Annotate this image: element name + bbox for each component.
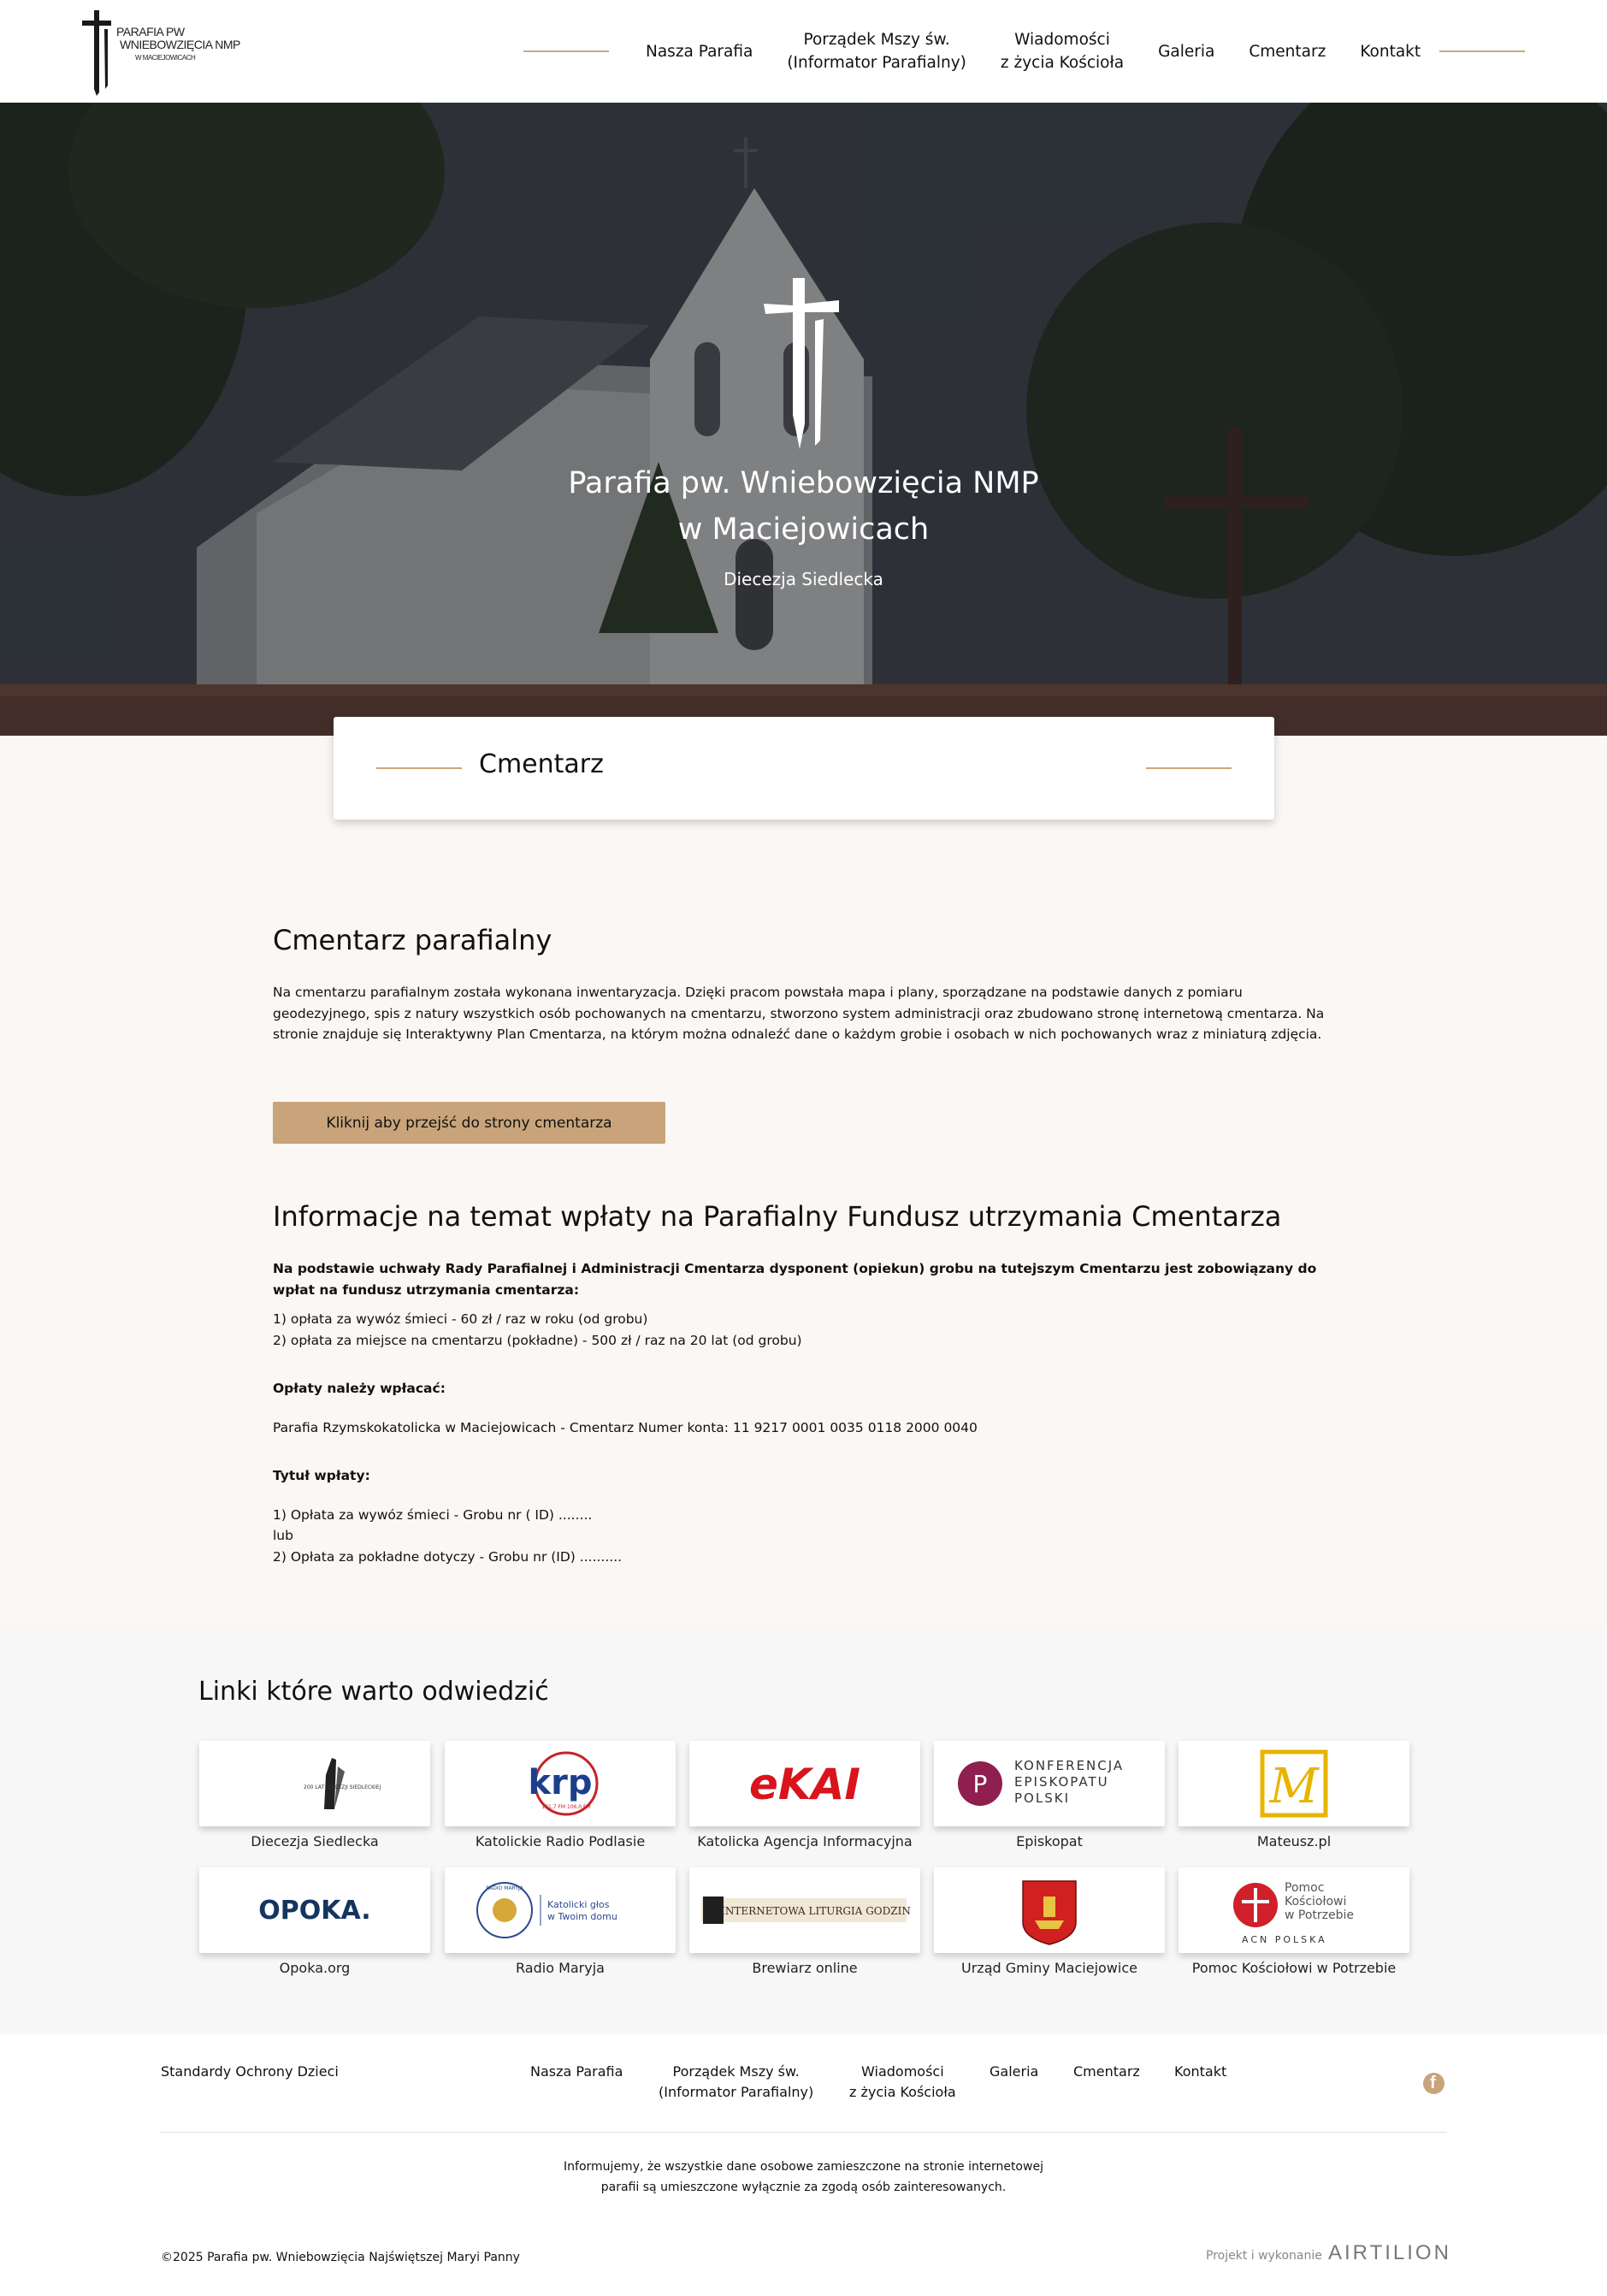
footer-credit: Projekt i wykonanie [1206, 2249, 1322, 2263]
link-card-diecezja[interactable]: 200 LAT DIECEZJI SIEDLECKIEJ [199, 1741, 430, 1826]
link-label-krp[interactable]: Katolickie Radio Podlasie [436, 1833, 684, 1849]
footer-divider [161, 2132, 1447, 2133]
parish-logo[interactable]: PARAFIA PW WNIEBOWZIĘCIA NMP W MACIEJOWI… [79, 7, 241, 96]
episkopat-logo: P KONFERENCJA EPISKOPATU POLSKI [958, 1758, 1130, 1806]
link-card-acn[interactable]: Pomoc Kościołowi w Potrzebie ACN POLSKA [1179, 1867, 1409, 1953]
link-card-opoka[interactable]: OPOKA. [199, 1867, 430, 1953]
ekai-logo: eKAI [749, 1760, 860, 1809]
mateusz-logo-text: M [1268, 1759, 1320, 1814]
logo-line-2: WNIEBOWZIĘCIA NMP [120, 38, 240, 51]
transfer-title-1: 1) Opłata za wywóz śmieci - Grobu nr ( I… [273, 1506, 593, 1523]
krp-logo-sub: 101,7 FM 106,0 FM [541, 1804, 590, 1810]
link-card-episkopat[interactable]: P KONFERENCJA EPISKOPATU POLSKI [934, 1741, 1165, 1826]
nav-decor-line-left [523, 50, 609, 52]
link-label-acn[interactable]: Pomoc Kościołowi w Potrzebie [1170, 1960, 1418, 1976]
fee-line-2: 2) opłata za miejsce na cmentarzu (pokła… [273, 1332, 802, 1348]
link-label-episkopat[interactable]: Episkopat [925, 1833, 1173, 1849]
footer-nav-galeria[interactable]: Galeria [990, 2062, 1038, 2082]
nav-decor-line-right [1439, 50, 1525, 52]
footer-nav-cmentarz[interactable]: Cmentarz [1073, 2062, 1140, 2082]
link-card-krp[interactable]: krp 101,7 FM 106,0 FM [445, 1741, 676, 1826]
airtilion-brand-link[interactable]: AIRTILION [1328, 2241, 1451, 2265]
cemetery-article: Cmentarz parafialny Na cmentarzu parafia… [273, 924, 1342, 1045]
hero-title-line-2: w Maciejowicach [677, 512, 930, 547]
transfer-title-or: lub [273, 1528, 293, 1543]
site-header: PARAFIA PW WNIEBOWZIĘCIA NMP W MACIEJOWI… [0, 0, 1607, 103]
facebook-icon[interactable]: f [1423, 2073, 1445, 2094]
ekai-logo-text: eKAI [749, 1760, 860, 1809]
link-card-brewiarz[interactable]: INTERNETOWA LITURGIA GODZIN [689, 1867, 920, 1953]
footer-privacy-note: Informujemy, że wszystkie dane osobowe z… [564, 2160, 1043, 2194]
logo-line-3: W MACIEJOWICACH [135, 54, 196, 62]
nav-cmentarz[interactable]: Cmentarz [1249, 40, 1326, 63]
nav-nasza-parafia[interactable]: Nasza Parafia [646, 40, 753, 63]
fee-line-1: 1) opłata za wywóz śmieci - 60 zł / raz … [273, 1311, 648, 1327]
logo-line-1: PARAFIA PW [116, 25, 185, 38]
link-label-urzad-gminy[interactable]: Urząd Gminy Maciejowice [925, 1960, 1173, 1976]
link-label-mateusz[interactable]: Mateusz.pl [1170, 1833, 1418, 1849]
footer-nav-nasza-parafia[interactable]: Nasza Parafia [530, 2062, 623, 2082]
opoka-logo-text: OPOKA. [258, 1896, 370, 1926]
krp-logo-text: krp [529, 1763, 593, 1802]
episkopat-logo-text: KONFERENCJA EPISKOPATU POLSKI [1014, 1758, 1130, 1806]
hero-subtitle: Diecezja Siedlecka [724, 569, 883, 589]
hero-banner: Parafia pw. Wniebowzięcia NMP w Maciejow… [0, 103, 1607, 770]
title-decor-line-right [1146, 767, 1232, 769]
transfer-title-2: 2) Opłata za pokładne dotyczy - Grobu nr… [273, 1548, 623, 1565]
bank-account: Parafia Rzymskokatolicka w Maciejowicach… [273, 1419, 978, 1435]
radio-maryja-ring-text: RADIO MARYJA [486, 1885, 523, 1891]
footer-nav-wiadomosci[interactable]: Wiadomości z życia Kościoła [849, 2062, 956, 2103]
opoka-logo: OPOKA. [258, 1896, 370, 1926]
nav-galeria[interactable]: Galeria [1158, 40, 1214, 63]
hero-title-line-1: Parafia pw. Wniebowzięcia NMP [568, 466, 1039, 500]
link-label-opoka[interactable]: Opoka.org [191, 1960, 439, 1976]
footer-nav-porzadek-mszy[interactable]: Porządek Mszy św. (Informator Parafialny… [659, 2062, 813, 2103]
title-decor-line-left [376, 767, 462, 769]
footer-child-protection-link[interactable]: Standardy Ochrony Dzieci [161, 2063, 339, 2080]
fund-info: Informacje na temat wpłaty na Parafialny… [273, 1200, 1342, 1567]
fund-intro: Na podstawie uchwały Rady Parafialnej i … [273, 1261, 1317, 1298]
brewiarz-logo-text: INTERNETOWA LITURGIA GODZIN [721, 1905, 911, 1917]
section-heading-fund: Informacje na temat wpłaty na Parafialny… [273, 1200, 1282, 1233]
acn-logo-text: Pomoc Kościołowi w Potrzebie [1285, 1881, 1354, 1922]
link-card-radio-maryja[interactable]: RADIO MARYJA Katolicki głos w Twoim domu [445, 1867, 676, 1953]
cemetery-website-button[interactable]: Kliknij aby przejść do strony cmentarza [273, 1102, 665, 1144]
acn-logo-sub: ACN POLSKA [1242, 1934, 1327, 1945]
footer-copyright: ©2025 Parafia pw. Wniebowzięcia Najświęt… [161, 2251, 520, 2264]
diecezja-logo: 200 LAT DIECEZJI SIEDLECKIEJ [304, 1758, 381, 1809]
diecezja-logo-text: 200 LAT DIECEZJI SIEDLECKIEJ [304, 1784, 381, 1790]
nav-kontakt[interactable]: Kontakt [1360, 40, 1421, 63]
cemetery-description: Na cmentarzu parafialnym została wykonan… [273, 985, 1325, 1042]
footer-nav-kontakt[interactable]: Kontakt [1174, 2062, 1226, 2082]
link-card-ekai[interactable]: eKAI [689, 1741, 920, 1826]
cross-logo-icon [82, 10, 111, 96]
svg-text:P: P [973, 1770, 988, 1798]
radio-maryja-logo-text: Katolicki głos w Twoim domu [547, 1899, 617, 1922]
payment-heading: Opłaty należy wpłacać: [273, 1381, 446, 1396]
maciejowice-coat-of-arms [1022, 1880, 1077, 1945]
link-label-brewiarz[interactable]: Brewiarz online [681, 1960, 929, 1976]
links-heading: Linki które warto odwiedzić [198, 1677, 549, 1707]
krp-logo: krp 101,7 FM 106,0 FM [529, 1751, 599, 1816]
mateusz-logo: M [1260, 1749, 1328, 1818]
acn-logo: Pomoc Kościołowi w Potrzebie ACN POLSKA [1233, 1881, 1354, 1945]
link-label-ekai[interactable]: Katolicka Agencja Informacyjna [681, 1833, 929, 1849]
hero-title: Parafia pw. Wniebowzięcia NMP w Maciejow… [0, 460, 1607, 553]
main-nav: Nasza Parafia Porządek Mszy św. (Informa… [629, 26, 1438, 77]
cross-emblem-icon [764, 278, 839, 449]
link-label-radio-maryja[interactable]: Radio Maryja [436, 1960, 684, 1976]
nav-wiadomosci[interactable]: Wiadomości z życia Kościoła [1001, 28, 1124, 74]
page-title: Cmentarz [479, 749, 604, 779]
link-card-mateusz[interactable]: M [1179, 1741, 1409, 1826]
transfer-title-heading: Tytuł wpłaty: [273, 1468, 370, 1483]
brewiarz-logo: INTERNETOWA LITURGIA GODZIN [701, 1897, 911, 1924]
radio-maryja-logo: RADIO MARYJA Katolicki głos w Twoim domu [476, 1882, 617, 1938]
nav-porzadek-mszy[interactable]: Porządek Mszy św. (Informator Parafialny… [787, 28, 966, 74]
link-card-urzad-gminy[interactable] [934, 1867, 1165, 1953]
link-label-diecezja[interactable]: Diecezja Siedlecka [191, 1833, 439, 1849]
section-heading-cemetery: Cmentarz parafialny [273, 924, 552, 956]
page-title-card: Cmentarz [334, 717, 1274, 820]
logo-text: PARAFIA PW WNIEBOWZIĘCIA NMP W MACIEJOWI… [116, 26, 240, 64]
